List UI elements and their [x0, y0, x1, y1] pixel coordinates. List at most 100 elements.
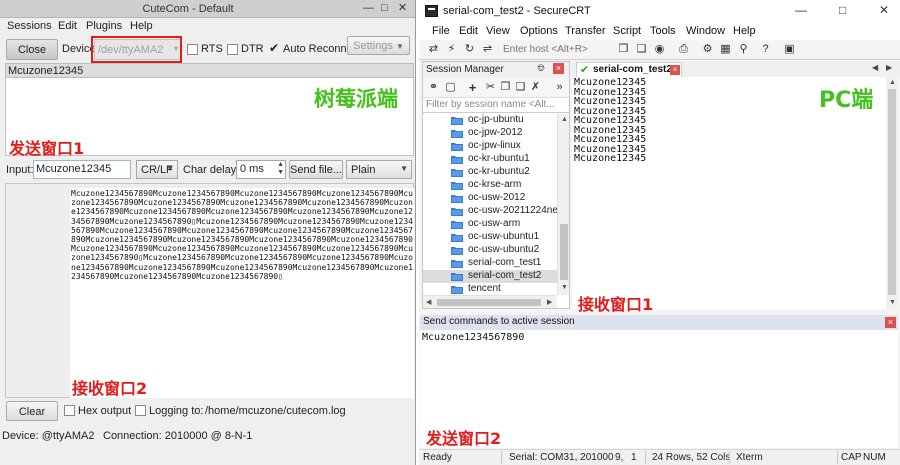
- log-path[interactable]: /home/mcuzone/cutecom.log: [205, 405, 346, 417]
- logging-checkbox[interactable]: [135, 405, 146, 416]
- settings-button[interactable]: Settings ▼: [347, 36, 410, 55]
- session-item[interactable]: serial-com_test1: [423, 257, 557, 270]
- session-item[interactable]: oc-kr-ubuntu2: [423, 166, 557, 179]
- help-icon[interactable]: ?: [759, 43, 772, 56]
- scrollbar-thumb[interactable]: [437, 299, 541, 306]
- scroll-down-icon[interactable]: ▼: [889, 299, 896, 306]
- image-icon[interactable]: ▣: [783, 43, 796, 56]
- char-delay-spinbox[interactable]: 0 ms ▲ ▼: [236, 160, 286, 179]
- session-item-label: tencent: [468, 283, 501, 294]
- add-icon[interactable]: +: [466, 81, 479, 94]
- input-field[interactable]: Mcuzone12345: [33, 160, 131, 179]
- session-tree-vscrollbar[interactable]: ▲ ▼: [557, 114, 569, 295]
- close-icon[interactable]: ×: [885, 317, 896, 328]
- session-item[interactable]: oc-kr-ubuntu1: [423, 153, 557, 166]
- find-icon[interactable]: ◉: [653, 43, 666, 56]
- close-tab-icon[interactable]: ×: [670, 65, 680, 75]
- session-item[interactable]: serial-com_test2: [423, 270, 557, 283]
- window-icon[interactable]: ▢: [444, 81, 457, 94]
- reconnect-icon[interactable]: ⇌: [481, 43, 494, 56]
- scroll-right-icon[interactable]: ▶: [547, 298, 552, 306]
- menu-plugins[interactable]: Plugins: [86, 20, 122, 32]
- paste-icon[interactable]: ❏: [514, 81, 527, 94]
- received-output[interactable]: Mcuzone1234567890Mcuzone1234567890Mcuzon…: [70, 188, 414, 398]
- global-options-icon[interactable]: ▦: [719, 43, 732, 56]
- delete-icon[interactable]: ✗: [529, 81, 542, 94]
- menu-options[interactable]: Options: [520, 25, 558, 37]
- menu-sessions[interactable]: Sessions: [7, 20, 52, 32]
- scroll-down-icon[interactable]: ▼: [561, 284, 568, 291]
- session-tree-hscrollbar[interactable]: ◀ ▶: [423, 295, 557, 308]
- dtr-checkbox[interactable]: [227, 44, 238, 55]
- menu-window[interactable]: Window: [686, 25, 725, 37]
- session-item[interactable]: oc-usw-2012: [423, 192, 557, 205]
- host-input[interactable]: Enter host <Alt+R>: [503, 44, 588, 55]
- session-item-label: oc-kr-ubuntu2: [468, 166, 530, 177]
- hex-output-checkbox[interactable]: [64, 405, 75, 416]
- close-icon[interactable]: ✕: [396, 2, 409, 15]
- maximize-icon[interactable]: □: [378, 2, 391, 15]
- screen: CuteCom - Default — □ ✕ Sessions Edit Pl…: [0, 0, 900, 465]
- close-icon[interactable]: ×: [553, 63, 564, 74]
- menu-file[interactable]: File: [432, 25, 450, 37]
- tab-scroll-right-icon[interactable]: ▶: [886, 63, 892, 72]
- menu-help[interactable]: Help: [130, 20, 153, 32]
- maximize-icon[interactable]: □: [839, 3, 846, 17]
- scroll-up-icon[interactable]: ▲: [561, 116, 568, 123]
- session-item-label: oc-jpw-2012: [468, 127, 523, 138]
- session-filter-input[interactable]: Filter by session name <Alt...: [423, 98, 569, 113]
- menu-edit[interactable]: Edit: [58, 20, 77, 32]
- settings-gear-icon[interactable]: ⚙: [701, 43, 714, 56]
- print-icon[interactable]: ⎙: [677, 43, 690, 56]
- scrollbar-thumb[interactable]: [560, 224, 568, 280]
- folder-icon: [451, 141, 463, 151]
- session-item[interactable]: oc-usw-ubuntu1: [423, 231, 557, 244]
- close-icon[interactable]: ✕: [879, 3, 889, 17]
- cut-icon[interactable]: ✂: [484, 81, 497, 94]
- rts-checkbox[interactable]: [187, 44, 198, 55]
- minimize-icon[interactable]: —: [795, 3, 807, 17]
- chevron-down-icon: ▼: [395, 42, 404, 51]
- output-options-bar: Clear Hex output Logging to: /home/mcuzo…: [0, 400, 415, 422]
- send-file-button[interactable]: Send file...: [289, 160, 343, 179]
- scrollbar-thumb[interactable]: [888, 89, 896, 295]
- spin-arrows-icon[interactable]: ▲ ▼: [277, 161, 284, 177]
- paste-icon[interactable]: ❏: [635, 43, 648, 56]
- status-ready: Ready: [423, 452, 452, 463]
- link-icon[interactable]: ⚭: [427, 81, 440, 94]
- menu-script[interactable]: Script: [613, 25, 641, 37]
- tab-scroll-left-icon[interactable]: ◀: [872, 63, 878, 72]
- session-item[interactable]: oc-usw-20211224ne: [423, 205, 557, 218]
- connect-icon[interactable]: ⇄: [427, 43, 440, 56]
- tab-serial-com-test2[interactable]: ✔ serial-com_test2 ×: [576, 62, 682, 77]
- session-item[interactable]: oc-krse-arm: [423, 179, 557, 192]
- keymap-icon[interactable]: ⚲: [737, 43, 750, 56]
- session-item[interactable]: oc-usw-arm: [423, 218, 557, 231]
- session-item[interactable]: oc-jpw-2012: [423, 127, 557, 140]
- quick-connect-icon[interactable]: ⚡: [445, 43, 458, 56]
- auto-reconnect-checkbox[interactable]: ✔: [269, 41, 279, 55]
- close-button[interactable]: Close: [6, 39, 58, 60]
- menu-help[interactable]: Help: [733, 25, 756, 37]
- session-item[interactable]: oc-usw-ubuntu2: [423, 244, 557, 257]
- more-icon[interactable]: »: [553, 81, 566, 94]
- menu-tools[interactable]: Tools: [650, 25, 676, 37]
- platform-annotation: PC端: [819, 88, 874, 113]
- copy-icon[interactable]: ❐: [499, 81, 512, 94]
- scroll-left-icon[interactable]: ◀: [426, 298, 431, 306]
- clear-button[interactable]: Clear: [6, 401, 58, 421]
- menu-transfer[interactable]: Transfer: [565, 25, 606, 37]
- connect-in-tab-icon[interactable]: ↻: [463, 43, 476, 56]
- minimize-icon[interactable]: —: [362, 2, 375, 15]
- session-item-label: oc-krse-arm: [468, 179, 522, 190]
- line-end-combo[interactable]: CR/LF ▼: [136, 160, 178, 179]
- pin-icon[interactable]: ⎊: [537, 63, 545, 74]
- terminal-scrollbar[interactable]: ▲ ▼: [886, 77, 898, 309]
- menu-edit[interactable]: Edit: [459, 25, 478, 37]
- copy-icon[interactable]: ❐: [617, 43, 630, 56]
- session-item[interactable]: oc-jpw-linux: [423, 140, 557, 153]
- session-item[interactable]: oc-jp-ubuntu: [423, 114, 557, 127]
- menu-view[interactable]: View: [486, 25, 510, 37]
- input-mode-combo[interactable]: Plain ▼: [346, 160, 412, 179]
- scroll-up-icon[interactable]: ▲: [889, 79, 896, 86]
